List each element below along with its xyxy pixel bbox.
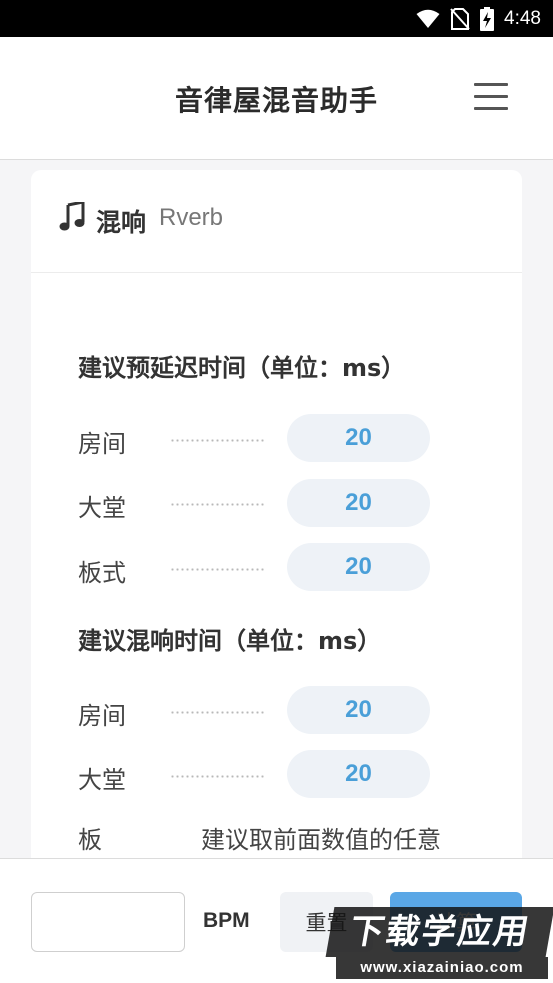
app-bar: 音律屋混音助手 — [0, 37, 553, 160]
bpm-input[interactable] — [31, 892, 185, 952]
watermark: 下载学应用 www.xiazainiao.com — [325, 905, 553, 981]
dotted-leader — [170, 711, 264, 714]
menu-button[interactable] — [472, 81, 510, 113]
status-time: 4:48 — [504, 7, 541, 29]
dotted-leader — [170, 439, 264, 442]
watermark-logo-text: 下载学应用 — [325, 907, 553, 957]
reverb-card: 混响 Rverb 建议预延迟时间（单位：ms） 房间 20 大堂 20 板式 2… — [31, 170, 522, 870]
predelay-label-hall: 大堂 — [78, 494, 126, 522]
reverb-plate-note: 建议取前面数值的任意 — [201, 826, 441, 854]
hamburger-icon-bar — [474, 107, 508, 110]
dotted-leader — [170, 503, 264, 506]
predelay-label-plate: 板式 — [78, 559, 126, 587]
predelay-section-title: 建议预延迟时间（单位：ms） — [78, 354, 406, 382]
reverb-label-room: 房间 — [78, 702, 126, 730]
no-sim-icon — [450, 7, 470, 30]
wifi-icon — [416, 9, 440, 28]
music-note-icon — [59, 202, 85, 231]
status-icons: 4:48 — [416, 6, 541, 31]
predelay-value-plate: 20 — [287, 543, 430, 591]
reverb-value-room: 20 — [287, 686, 430, 734]
app-title: 音律屋混音助手 — [174, 84, 378, 117]
dotted-leader — [170, 775, 264, 778]
predelay-value-room: 20 — [287, 414, 430, 462]
card-header: 混响 Rverb — [31, 170, 522, 273]
reverb-label-hall: 大堂 — [78, 766, 126, 794]
bpm-label: BPM — [203, 909, 250, 932]
hamburger-icon-bar — [474, 95, 508, 98]
watermark-url: www.xiazainiao.com — [336, 957, 548, 979]
reverb-section-title: 建议混响时间（单位：ms） — [78, 627, 382, 655]
status-bar: 4:48 — [0, 0, 553, 37]
predelay-label-room: 房间 — [78, 430, 126, 458]
predelay-value-hall: 20 — [287, 479, 430, 527]
reverb-label-plate: 板 — [78, 826, 102, 854]
hamburger-icon-bar — [474, 83, 508, 86]
card-subtitle: Rverb — [159, 204, 224, 231]
card-title: 混响 — [96, 208, 147, 237]
battery-charging-icon — [480, 6, 495, 31]
reverb-value-hall: 20 — [287, 750, 430, 798]
dotted-leader — [170, 568, 264, 571]
